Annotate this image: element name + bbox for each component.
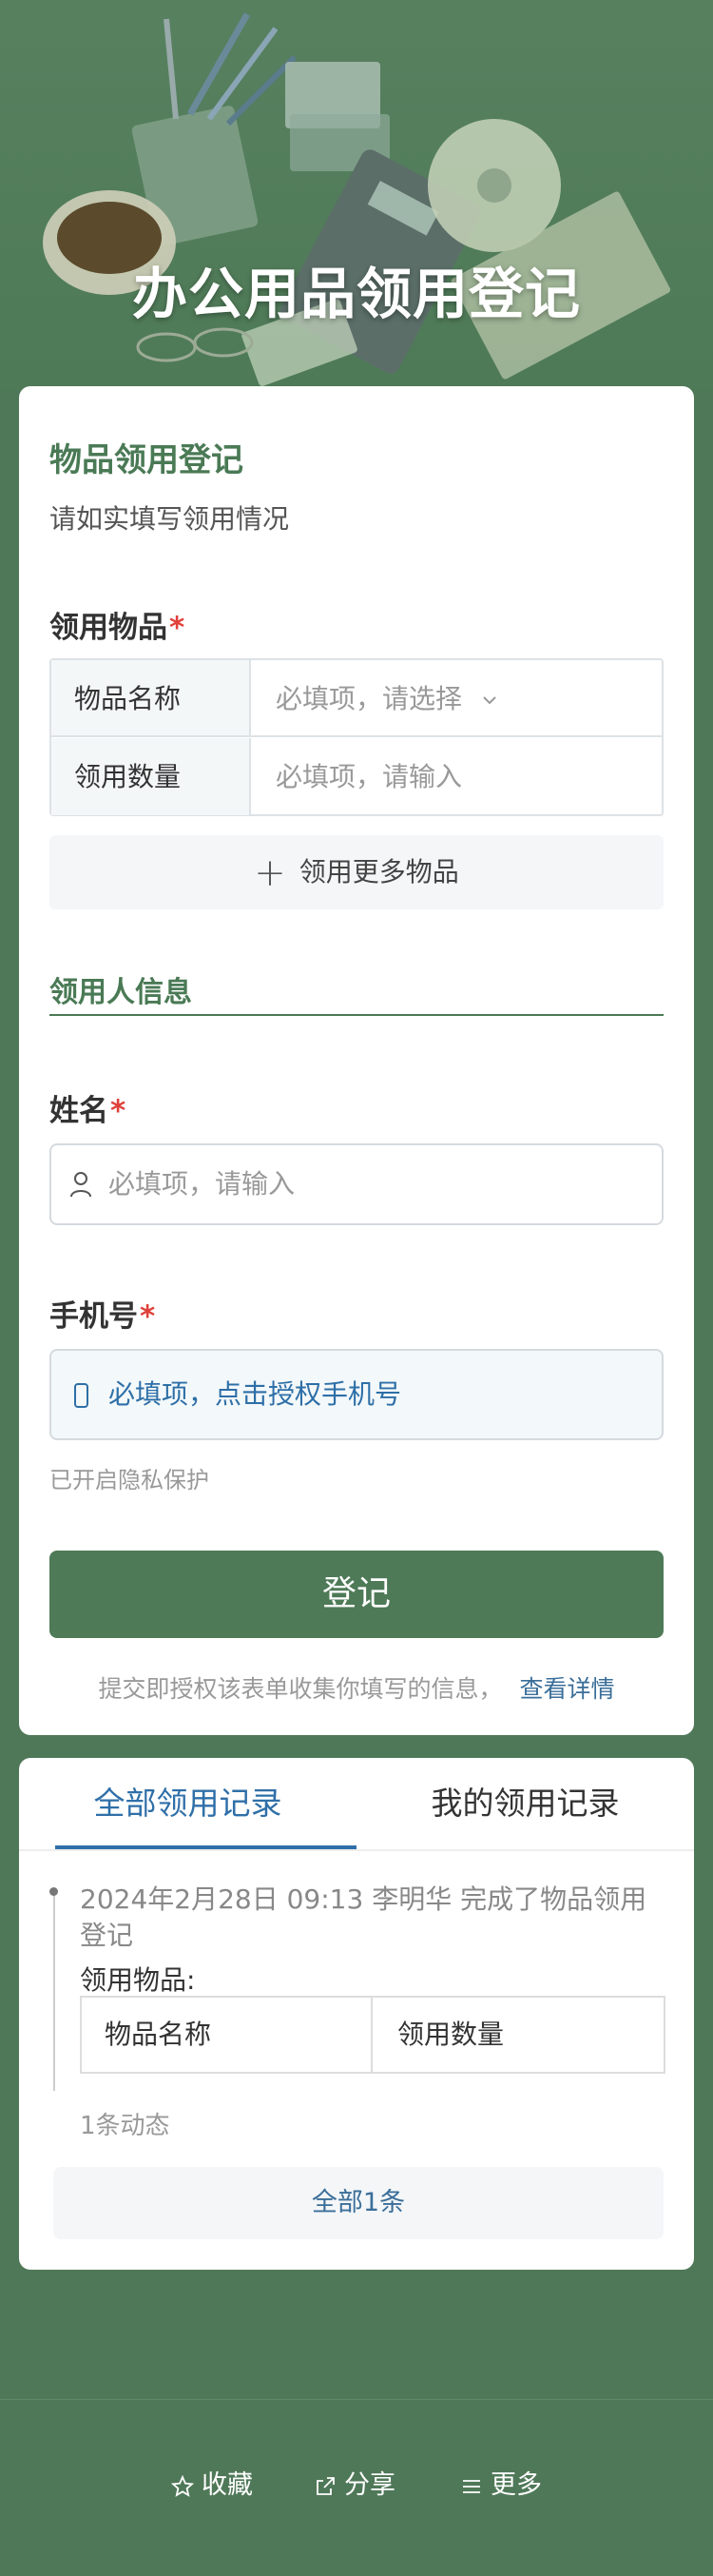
name-label-text: 姓名 xyxy=(49,1094,108,1128)
star-icon xyxy=(170,2474,195,2497)
timeline-dot xyxy=(49,1887,58,1896)
more-button[interactable]: 更多 xyxy=(460,2467,542,2505)
requester-section-header: 领用人信息 xyxy=(49,968,664,1016)
add-more-label: 领用更多物品 xyxy=(299,856,459,888)
record-col-quantity: 领用数量 xyxy=(397,2019,505,2050)
phone-label-text: 手机号 xyxy=(49,1299,138,1334)
item-name-row: 物品名称 必填项，请选择 xyxy=(51,660,662,737)
more-label: 更多 xyxy=(491,2470,542,2500)
item-name-select[interactable]: 必填项，请选择 xyxy=(253,660,662,735)
items-label-text: 领用物品 xyxy=(49,611,167,645)
items-table: 物品名称 必填项，请选择 领用数量 必填项，请输入 xyxy=(49,658,664,816)
record-count: 1条动态 xyxy=(80,2112,170,2140)
records-tabs: 全部领用记录 我的领用记录 xyxy=(19,1758,694,1851)
add-more-items-button[interactable]: + 领用更多物品 xyxy=(49,835,664,909)
required-mark: * xyxy=(110,1094,126,1128)
consent-message: 提交即授权该表单收集你填写的信息， xyxy=(98,1675,503,1703)
user-icon xyxy=(70,1172,91,1198)
privacy-note: 已开启隐私保护 xyxy=(49,1467,209,1493)
share-button[interactable]: 分享 xyxy=(314,2467,395,2505)
name-placeholder: 必填项，请输入 xyxy=(108,1168,296,1200)
plus-icon: + xyxy=(254,851,286,895)
items-field-label: 领用物品* xyxy=(49,603,184,646)
registration-form-card: 物品领用登记 请如实填写领用情况 领用物品* 物品名称 必填项，请选择 领用数量… xyxy=(19,386,694,1735)
header-banner: 办公用品领用登记 xyxy=(0,0,713,390)
record-col-name: 物品名称 xyxy=(82,1998,373,2072)
record-entry-text: 2024年2月28日 09:13 李明华 完成了物品领用登记 xyxy=(80,1883,647,1951)
consent-text: 提交即授权该表单收集你填写的信息， 查看详情 xyxy=(19,1670,694,1705)
requester-section-title: 领用人信息 xyxy=(49,976,192,1009)
share-label: 分享 xyxy=(344,2470,395,2500)
tab-all-records[interactable]: 全部领用记录 xyxy=(19,1758,356,1849)
view-all-records-button[interactable]: 全部1条 xyxy=(53,2167,664,2239)
mobile-phone-icon xyxy=(74,1383,88,1408)
footer-bar: 收藏 分享 更多 xyxy=(0,2399,713,2576)
view-details-link[interactable]: 查看详情 xyxy=(520,1675,615,1703)
page-title: 办公用品领用登记 xyxy=(131,262,581,326)
favorite-button[interactable]: 收藏 xyxy=(170,2467,253,2505)
phone-authorize-field[interactable]: 必填项，点击授权手机号 xyxy=(49,1349,664,1440)
phone-placeholder: 必填项，点击授权手机号 xyxy=(108,1378,402,1410)
quantity-row: 领用数量 必填项，请输入 xyxy=(51,738,662,815)
form-subtitle: 请如实填写领用情况 xyxy=(49,503,290,535)
item-name-placeholder: 必填项，请选择 xyxy=(276,683,463,714)
record-items-table: 物品名称 领用数量 xyxy=(80,1996,665,2074)
favorite-label: 收藏 xyxy=(202,2470,253,2500)
submit-button[interactable]: 登记 xyxy=(49,1551,664,1638)
menu-icon xyxy=(463,2479,480,2493)
office-supplies-illustration xyxy=(43,12,671,386)
name-input[interactable]: 必填项，请输入 xyxy=(49,1143,664,1225)
quantity-input[interactable]: 必填项，请输入 xyxy=(253,738,662,815)
phone-field-label: 手机号* xyxy=(49,1292,155,1335)
tab-my-records[interactable]: 我的领用记录 xyxy=(356,1758,694,1849)
required-mark: * xyxy=(169,611,185,645)
record-items-label: 领用物品: xyxy=(80,1964,196,1996)
item-name-label: 物品名称 xyxy=(51,660,251,735)
name-field-label: 姓名* xyxy=(49,1086,125,1129)
quantity-label: 领用数量 xyxy=(51,738,251,815)
records-card: 全部领用记录 我的领用记录 2024年2月28日 09:13 李明华 完成了物品… xyxy=(19,1758,694,2270)
chevron-down-icon xyxy=(483,696,496,705)
form-title: 物品领用登记 xyxy=(49,441,243,479)
share-icon xyxy=(317,2476,335,2495)
timeline-line xyxy=(53,1891,55,2091)
required-mark: * xyxy=(140,1299,156,1334)
